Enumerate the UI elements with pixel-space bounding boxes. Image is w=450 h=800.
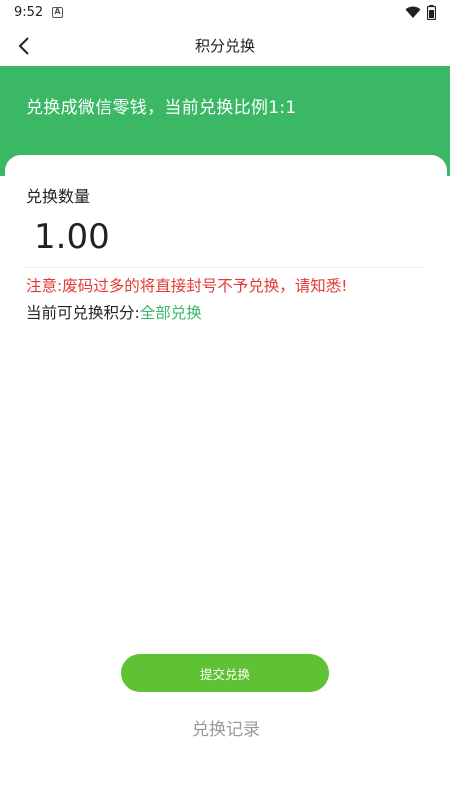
battery-icon xyxy=(427,5,436,20)
status-time: 9:52 xyxy=(14,5,44,20)
exchange-records-link[interactable]: 兑换记录 xyxy=(5,715,447,740)
exchange-all-link[interactable]: 全部兑换 xyxy=(140,304,202,322)
available-points: 当前可兑换积分:全部兑换 xyxy=(26,301,202,323)
notification-icon: A xyxy=(52,7,63,18)
divider xyxy=(26,267,424,268)
wifi-icon xyxy=(405,6,421,18)
submit-exchange-button[interactable]: 提交兑换 xyxy=(121,654,329,692)
exchange-card: 兑换数量 注意:废码过多的将直接封号不予兑换，请知悉! 当前可兑换积分:全部兑换… xyxy=(5,155,447,800)
status-icons xyxy=(405,5,436,20)
status-bar: 9:52 A xyxy=(0,0,450,26)
points-label: 当前可兑换积分: xyxy=(26,304,140,322)
quantity-label: 兑换数量 xyxy=(26,187,91,206)
warning-text: 注意:废码过多的将直接封号不予兑换，请知悉! xyxy=(26,277,348,295)
quantity-input[interactable] xyxy=(34,217,414,257)
page-title: 积分兑换 xyxy=(194,37,255,55)
nav-bar: 积分兑换 xyxy=(0,26,450,66)
banner-text: 兑换成微信零钱，当前兑换比例1:1 xyxy=(26,98,297,118)
